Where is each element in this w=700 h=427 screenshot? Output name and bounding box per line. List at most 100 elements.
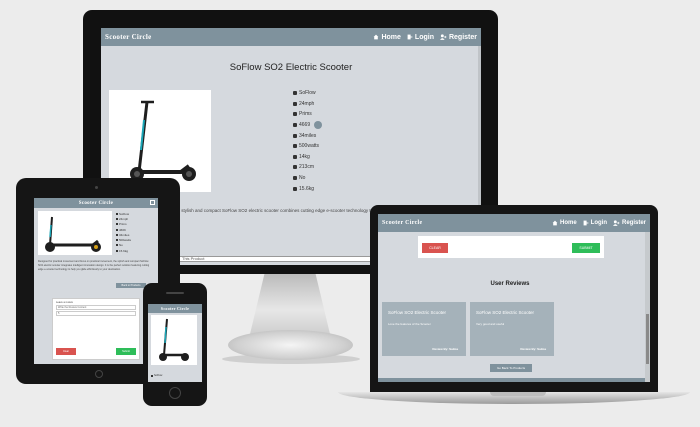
laptop-notch xyxy=(490,392,546,396)
scrollbar-thumb[interactable] xyxy=(646,314,649,364)
route-icon xyxy=(293,133,297,138)
footer xyxy=(378,378,650,382)
list-icon xyxy=(116,244,118,247)
nav-register-link[interactable]: Register xyxy=(612,220,646,226)
phone-spec: SoFlow xyxy=(151,374,162,377)
laptop-navbar: Scooter Circle Home Login Register xyxy=(378,214,650,232)
cube-icon xyxy=(293,112,297,117)
nav-login-link[interactable]: Login xyxy=(583,220,607,226)
clear-button[interactable]: CLEAR xyxy=(422,243,448,253)
nav-register-link[interactable]: Register xyxy=(439,33,477,41)
nav-home-label: Home xyxy=(559,220,577,226)
laptop-nav-links: Home Login Register xyxy=(552,220,646,226)
review-content-input[interactable]: Write the Review Content xyxy=(56,305,136,310)
scooter-illustration xyxy=(45,216,101,252)
tablet-screen: Scooter Circle SoFlow 24mph Prims 4669 3… xyxy=(34,198,158,364)
phone-speaker xyxy=(166,292,184,294)
clear-button[interactable]: Clear xyxy=(56,348,76,355)
spec-load: 14kg xyxy=(293,152,322,163)
review-rating-select[interactable]: 5 xyxy=(56,311,136,316)
phone-screen: Scooter Circle SoFlow xyxy=(148,304,202,382)
weight-icon xyxy=(293,154,297,159)
spec-range: 34miles xyxy=(293,130,322,141)
nav-home-label: Home xyxy=(381,33,401,41)
scale-icon xyxy=(293,186,297,191)
tag-icon xyxy=(293,91,297,96)
phone-navbar: Scooter Circle xyxy=(148,304,202,313)
nav-login-link[interactable]: Login xyxy=(407,34,434,41)
tablet-home-button xyxy=(95,370,103,378)
spec-price: 4669 xyxy=(293,120,323,131)
phone-home-button xyxy=(169,387,181,399)
go-back-button[interactable]: Go Back To Products xyxy=(490,364,532,372)
review-title: SoFlow SO2 Electric Scooter xyxy=(476,310,535,315)
scooter-illustration xyxy=(159,318,189,361)
back-to-products-button[interactable]: Back to Products xyxy=(116,283,146,288)
product-title: SoFlow SO2 Electric Scooter xyxy=(229,62,353,73)
user-plus-icon xyxy=(612,220,620,226)
scale-icon xyxy=(116,249,118,252)
nav-login-label: Login xyxy=(590,220,607,226)
brand-logo[interactable]: Scooter Circle xyxy=(105,33,152,41)
login-icon xyxy=(583,220,589,226)
ruler-icon xyxy=(293,165,297,170)
user-reviews-heading: User Reviews xyxy=(490,281,530,287)
review-card: SoFlow SO2 Electric Scooter Very good an… xyxy=(470,302,554,356)
login-icon xyxy=(407,34,413,40)
phone-brand[interactable]: Scooter Circle xyxy=(161,306,189,311)
spec-speed: 24mph xyxy=(293,99,322,110)
tablet-spec: 34miles xyxy=(116,232,131,237)
tablet-product-image xyxy=(38,211,112,255)
review-author: Review By: Salma xyxy=(432,347,458,351)
tablet-navbar: Scooter Circle xyxy=(34,198,158,208)
review-card: SoFlow SO2 Electric Scooter Love the fea… xyxy=(382,302,466,356)
monitor-stand-neck xyxy=(250,274,330,334)
nav-register-label: Register xyxy=(448,33,477,41)
nav-login-label: Login xyxy=(414,33,434,41)
review-form-label: Leave a review xyxy=(56,301,73,304)
nav-register-label: Register xyxy=(621,220,646,226)
phone-product-image xyxy=(151,315,197,365)
review-title: SoFlow SO2 Electric Scooter xyxy=(388,310,447,315)
tablet-brand[interactable]: Scooter Circle xyxy=(79,201,113,206)
laptop-screen: Scooter Circle Home Login Register CLEAR… xyxy=(378,214,650,382)
submit-button[interactable]: Submit xyxy=(116,348,136,355)
spec-weight: 15.6kg xyxy=(293,183,322,194)
laptop-brand[interactable]: Scooter Circle xyxy=(382,220,422,226)
user-plus-icon xyxy=(439,34,447,40)
spec-model: Prims xyxy=(293,109,322,120)
tablet-spec: 15.6kg xyxy=(116,248,131,253)
submit-button[interactable]: SUBMIT xyxy=(572,243,600,253)
nav-home-link[interactable]: Home xyxy=(552,220,577,226)
cube-icon xyxy=(116,223,118,226)
spec-foldable: No xyxy=(293,173,322,184)
tag-icon xyxy=(151,374,153,377)
menu-toggle-icon[interactable] xyxy=(150,200,155,205)
navbar: Scooter Circle Home Login Register xyxy=(101,28,481,46)
scooter-illustration xyxy=(130,100,196,181)
info-badge[interactable] xyxy=(314,121,323,130)
list-icon xyxy=(293,176,297,181)
review-author: Review By: Salma xyxy=(520,347,546,351)
power-icon xyxy=(293,144,297,149)
review-actions-card: CLEAR SUBMIT xyxy=(418,236,604,258)
product-image xyxy=(109,90,211,192)
home-icon xyxy=(552,220,558,226)
spec-power: 500watts xyxy=(293,141,322,152)
nav-links: Home Login Register xyxy=(373,34,477,41)
tablet-camera xyxy=(95,186,98,189)
tablet-spec: SoFlow xyxy=(116,211,131,216)
review-text: Very good and useful xyxy=(476,322,505,327)
route-icon xyxy=(116,233,118,236)
nav-home-link[interactable]: Home xyxy=(373,33,401,41)
tablet-spec: 500watts xyxy=(116,237,131,242)
spec-list: SoFlow 24mph Prims 4669 34miles 500watts… xyxy=(293,88,323,194)
home-icon xyxy=(374,34,379,40)
speedometer-icon xyxy=(293,101,297,106)
monitor-stand-base xyxy=(228,330,353,360)
pound-icon xyxy=(293,123,297,128)
speedometer-icon xyxy=(116,217,118,220)
review-form: Leave a review Write the Review Content … xyxy=(52,298,140,360)
pound-icon xyxy=(116,228,118,231)
review-text: Love the features of the Scooter xyxy=(388,322,431,327)
